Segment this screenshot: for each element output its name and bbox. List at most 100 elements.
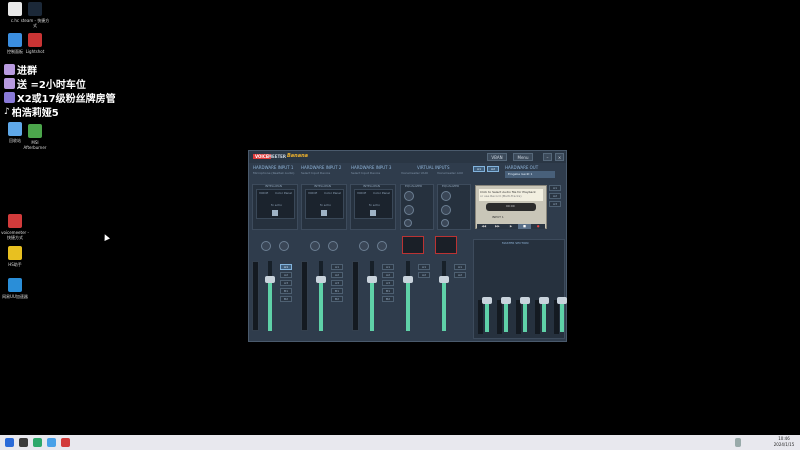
- bus-a1-button[interactable]: A1: [280, 264, 292, 270]
- bus-b2-button[interactable]: B2: [382, 296, 394, 302]
- bus-a2-button[interactable]: A2: [280, 272, 292, 278]
- bus-a2-button[interactable]: A2: [331, 272, 343, 278]
- fader-handle[interactable]: [403, 276, 413, 283]
- master-fader-handle[interactable]: [482, 297, 492, 304]
- desktop-icon[interactable]: voicemeeter - 快捷方式: [0, 214, 30, 240]
- master-fader-handle[interactable]: [501, 297, 511, 304]
- virtual-meter-box: [435, 236, 457, 254]
- assistant-icon: [8, 246, 22, 260]
- gate-knob[interactable]: [328, 241, 338, 251]
- eq-mid-knob[interactable]: [441, 205, 451, 215]
- desktop-icon[interactable]: Lightshot: [20, 33, 50, 54]
- level-meter: [352, 261, 359, 331]
- intellipan-pad[interactable]: VOICE Color Panel fx echo: [305, 189, 344, 219]
- gate-knob[interactable]: [377, 241, 387, 251]
- fader-handle[interactable]: [439, 276, 449, 283]
- strip-device[interactable]: Microphone (Realtek Audio): [253, 171, 294, 175]
- desktop-icon[interactable]: HS助手: [0, 246, 30, 267]
- cassette-label[interactable]: Click to Select Audio file for Playback …: [479, 189, 543, 201]
- strip-device[interactable]: Select Input Device: [301, 171, 330, 175]
- voicemeeter-taskbar-icon[interactable]: [61, 438, 70, 447]
- comp-knob[interactable]: [261, 241, 271, 251]
- afterburner-icon: [28, 124, 42, 138]
- desktop-icon[interactable]: MSI Afterburner: [20, 124, 50, 150]
- search-icon[interactable]: [19, 438, 28, 447]
- mouse-cursor-icon: [102, 233, 110, 241]
- bus-a1-button[interactable]: A1: [418, 264, 430, 270]
- fader-handle[interactable]: [265, 276, 275, 283]
- bus-a1-button[interactable]: A1: [382, 264, 394, 270]
- fader-handle[interactable]: [367, 276, 377, 283]
- bus-a3-button[interactable]: A3: [280, 280, 292, 286]
- hwout-a1-button[interactable]: A1: [473, 166, 485, 172]
- lightshot-icon: [28, 33, 42, 47]
- tape-window: 00:00: [486, 203, 536, 211]
- cassette-recorder[interactable]: Click to Select Audio file for Playback …: [475, 185, 547, 229]
- eq-treble-knob[interactable]: [404, 191, 414, 201]
- master-meter: [478, 300, 483, 334]
- bus-b1-button[interactable]: B1: [382, 288, 394, 294]
- play-icon[interactable]: ▶: [504, 224, 518, 229]
- forward-icon[interactable]: ▶▶: [491, 224, 505, 229]
- pan-marker[interactable]: [370, 210, 376, 216]
- eq-mid-knob[interactable]: [404, 205, 414, 215]
- bus-b2-button[interactable]: B2: [280, 296, 292, 302]
- hwout-a2-button[interactable]: A2: [487, 166, 499, 172]
- level-meter: [252, 261, 259, 331]
- hwout-a2-button[interactable]: A2: [549, 193, 561, 199]
- strip-title[interactable]: HARDWARE INPUT 1: [253, 165, 293, 170]
- desktop-icon[interactable]: 网易UU加速器: [0, 278, 30, 299]
- master-fader-handle[interactable]: [520, 297, 530, 304]
- menu-button[interactable]: Menu: [513, 153, 533, 161]
- intellipan-panel: INTELLIPAN VOICE Color Panel fx echo: [252, 184, 298, 230]
- gate-knob[interactable]: [279, 241, 289, 251]
- pan-marker[interactable]: [321, 210, 327, 216]
- pan-marker[interactable]: [272, 210, 278, 216]
- hwout-device-select[interactable]: Eingabe Gerät 1: [505, 171, 555, 178]
- record-icon[interactable]: ●: [531, 224, 545, 229]
- fader-handle[interactable]: [316, 276, 326, 283]
- eq-bass-knob[interactable]: [404, 219, 412, 227]
- tray-icon[interactable]: [735, 438, 741, 447]
- vban-button[interactable]: VBAN: [487, 153, 507, 161]
- clock[interactable]: 10:46 2024/1/15: [772, 436, 796, 448]
- master-fader-handle[interactable]: [557, 297, 567, 304]
- rewind-icon[interactable]: ◀◀: [477, 224, 491, 229]
- bus-a3-button[interactable]: A3: [382, 280, 394, 286]
- bus-b1-button[interactable]: B1: [331, 288, 343, 294]
- hwout-a3-button[interactable]: A3: [549, 201, 561, 207]
- bus-b1-button[interactable]: B1: [280, 288, 292, 294]
- bus-b2-button[interactable]: B2: [331, 296, 343, 302]
- bus-a1-button[interactable]: A1: [454, 264, 466, 270]
- stop-icon[interactable]: ■: [517, 224, 532, 229]
- start-icon[interactable]: [5, 438, 14, 447]
- bus-a2-button[interactable]: A2: [382, 272, 394, 278]
- hwout-title: HARDWARE OUT: [505, 165, 539, 170]
- virtual-device: Voicemeeter VAIO: [401, 171, 428, 175]
- title-bar[interactable]: VOICE MEETER Banana VBAN Menu – ×: [249, 151, 566, 163]
- master-meter: [554, 300, 559, 334]
- bus-a2-button[interactable]: A2: [418, 272, 430, 278]
- comp-knob[interactable]: [310, 241, 320, 251]
- hwout-a1-button[interactable]: A1: [549, 185, 561, 191]
- eq-treble-knob[interactable]: [441, 191, 451, 201]
- bus-a1-button[interactable]: A1: [331, 264, 343, 270]
- close-button[interactable]: ×: [555, 153, 564, 161]
- fader-fill: [442, 279, 446, 331]
- browser-icon[interactable]: [47, 438, 56, 447]
- eq-bass-knob[interactable]: [441, 219, 449, 227]
- voicemeeter-window[interactable]: VOICE MEETER Banana VBAN Menu – × HARDWA…: [248, 150, 567, 342]
- strip-device[interactable]: Select Input Device: [351, 171, 380, 175]
- app-icon[interactable]: [33, 438, 42, 447]
- strip-title[interactable]: HARDWARE INPUT 3: [351, 165, 391, 170]
- minimize-button[interactable]: –: [543, 153, 552, 161]
- virtual-title: VIRTUAL INPUTS: [417, 165, 450, 170]
- bus-a2-button[interactable]: A2: [454, 272, 466, 278]
- intellipan-pad[interactable]: VOICE Color Panel fx echo: [354, 189, 393, 219]
- master-fader-handle[interactable]: [539, 297, 549, 304]
- comp-knob[interactable]: [359, 241, 369, 251]
- bus-a3-button[interactable]: A3: [331, 280, 343, 286]
- intellipan-pad[interactable]: VOICE Color Panel fx echo: [256, 189, 295, 219]
- strip-title[interactable]: HARDWARE INPUT 2: [301, 165, 341, 170]
- desktop-icon[interactable]: steam - 快捷方式: [20, 2, 50, 28]
